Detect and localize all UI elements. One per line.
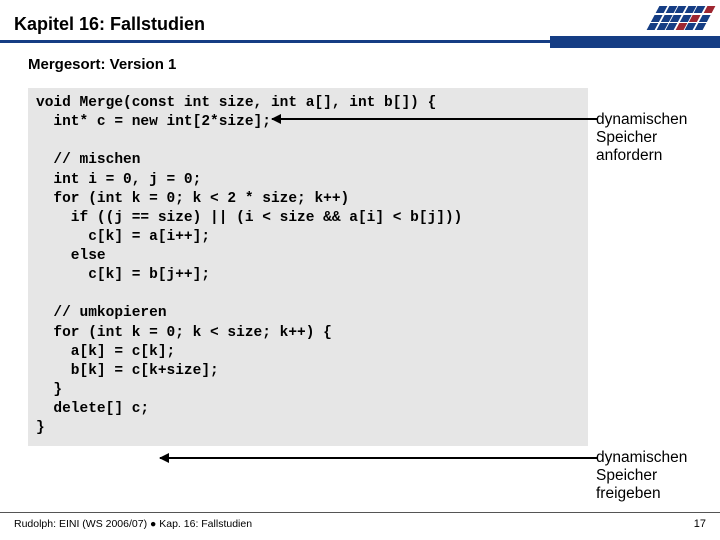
annotation-alloc: dynamischen Speicher anfordern xyxy=(596,111,706,165)
slide-header: Kapitel 16: Fallstudien xyxy=(0,0,720,48)
code-block: void Merge(const int size, int a[], int … xyxy=(28,88,588,446)
page-number: 17 xyxy=(694,518,706,530)
section-title: Mergesort: Version 1 xyxy=(28,56,176,73)
footer-divider xyxy=(0,512,720,513)
logo-bar xyxy=(550,36,720,48)
arrow-icon xyxy=(272,118,598,120)
footer-text: Rudolph: EINI (WS 2006/07) ● Kap. 16: Fa… xyxy=(14,518,252,530)
arrow-icon xyxy=(160,457,598,459)
annotation-free: dynamischen Speicher freigeben xyxy=(596,449,706,503)
chapter-title: Kapitel 16: Fallstudien xyxy=(14,14,205,35)
logo-icon xyxy=(653,6,709,30)
